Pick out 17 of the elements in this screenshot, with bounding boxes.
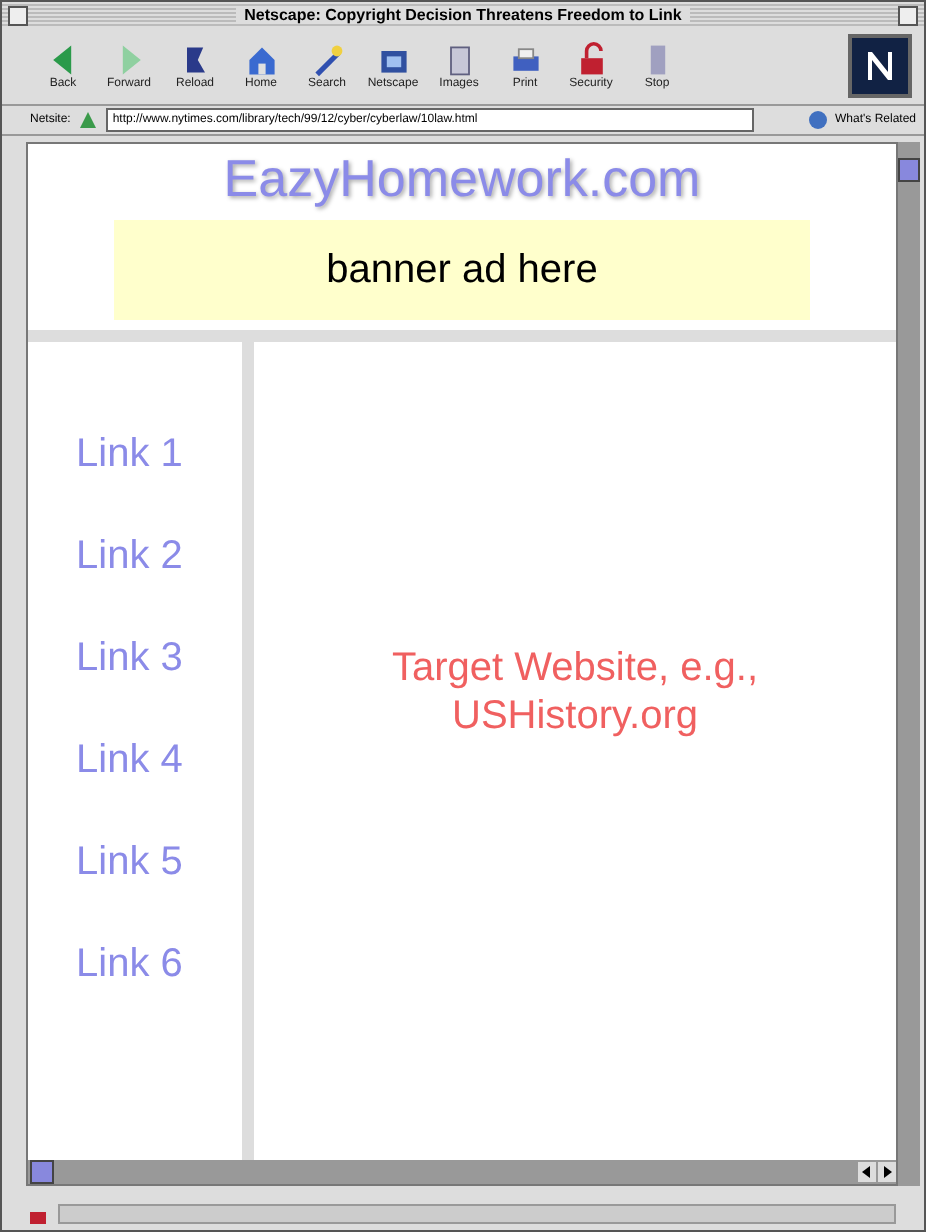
logo-icon (862, 48, 898, 84)
banner-ad: banner ad here (114, 220, 810, 320)
scroll-left-icon[interactable] (858, 1162, 876, 1182)
globe-icon (807, 110, 831, 130)
zoom-box[interactable] (898, 5, 918, 25)
target-frame-text: Target Website, e.g., USHistory.org (389, 643, 761, 739)
scroll-right-icon[interactable] (878, 1162, 896, 1182)
home-icon (243, 42, 279, 78)
scroll-thumb[interactable] (898, 158, 920, 182)
page-proxy-icon[interactable] (78, 110, 99, 130)
window-title: Netscape: Copyright Decision Threatens Freedom to Link (236, 6, 690, 24)
scroll-thumb[interactable] (30, 1160, 54, 1184)
search-icon (309, 42, 345, 78)
horizontal-scrollbar[interactable] (28, 1160, 896, 1184)
site-title: EazyHomework.com (223, 148, 701, 210)
vertical-scrollbar[interactable] (898, 142, 920, 1186)
close-box[interactable] (8, 5, 28, 25)
